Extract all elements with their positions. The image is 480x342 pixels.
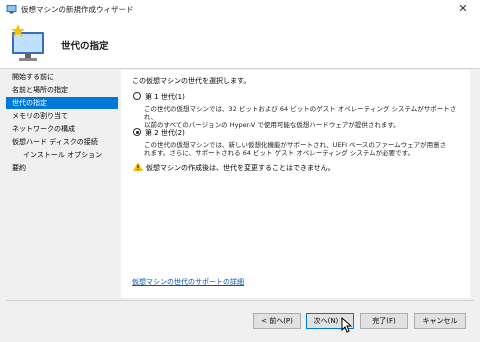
warning-icon (133, 162, 143, 171)
nav-item-name-location[interactable]: 名前と場所の指定 (6, 84, 118, 96)
nav-item-network[interactable]: ネットワークの構成 (6, 123, 118, 135)
prev-button[interactable]: < 前へ(P) (253, 313, 301, 329)
gen2-desc-line2: れます。さらに、サポートされる 64 ビット ゲスト オペレーティング システム… (144, 149, 415, 157)
nav-item-virtual-disk[interactable]: 仮想ハード ディスクの接続 (6, 136, 118, 148)
finish-button[interactable]: 完了(F) (360, 313, 408, 329)
gen1-desc-line1: この世代の仮想マシンでは、32 ビットおよび 64 ビットのゲスト オペレーティ… (144, 105, 457, 121)
gen1-label[interactable]: 第 1 世代(1) (145, 92, 185, 102)
main-content: この仮想マシンの世代を選択します。 第 1 世代(1) この世代の仮想マシンでは… (121, 70, 470, 298)
gen1-desc-line2: 以前のすべてのバージョンの Hyper-V で使用可能な仮想ハードウェアが提供さ… (144, 121, 400, 129)
gen2-radio[interactable] (133, 128, 141, 136)
divider (6, 300, 474, 301)
mouse-cursor-icon (341, 317, 353, 333)
monitor-star-icon (11, 24, 44, 61)
nav-item-generation[interactable]: 世代の指定 (6, 97, 118, 109)
gen2-label[interactable]: 第 2 世代(2) (145, 128, 185, 138)
gen2-desc-line1: この世代の仮想マシンでは、新しい仮想化機能がサポートされ、UEFI ベースのファ… (144, 141, 447, 149)
wizard-steps-nav: 開始する前に 名前と場所の指定 世代の指定 メモリの割り当て ネットワークの構成… (6, 70, 118, 298)
gen1-description: この世代の仮想マシンでは、32 ビットおよび 64 ビットのゲスト オペレーティ… (144, 105, 466, 129)
nav-item-install-options[interactable]: インストール オプション (6, 149, 118, 161)
nav-item-memory[interactable]: メモリの割り当て (6, 110, 118, 122)
hyper-v-app-icon (6, 5, 17, 14)
gen2-description: この世代の仮想マシンでは、新しい仮想化機能がサポートされ、UEFI ベースのファ… (144, 141, 466, 157)
warning-text: 仮想マシンの作成後は、世代を変更することはできません。 (146, 164, 335, 172)
nav-item-before-you-begin[interactable]: 開始する前に (6, 71, 118, 83)
cancel-button[interactable]: キャンセル (414, 313, 466, 329)
close-icon[interactable]: ✕ (456, 2, 470, 16)
gen1-radio[interactable] (133, 92, 141, 100)
nav-item-summary[interactable]: 要約 (6, 162, 118, 174)
window-title: 仮想マシンの新規作成ウィザード (21, 5, 134, 14)
intro-text: この仮想マシンの世代を選択します。 (132, 77, 251, 85)
page-title: 世代の指定 (61, 41, 109, 52)
title-bar: 仮想マシンの新規作成ウィザード ✕ (0, 0, 480, 18)
generation-support-link[interactable]: 仮想マシンの世代のサポートの詳細 (132, 277, 244, 287)
wizard-header: 世代の指定 (0, 18, 480, 69)
